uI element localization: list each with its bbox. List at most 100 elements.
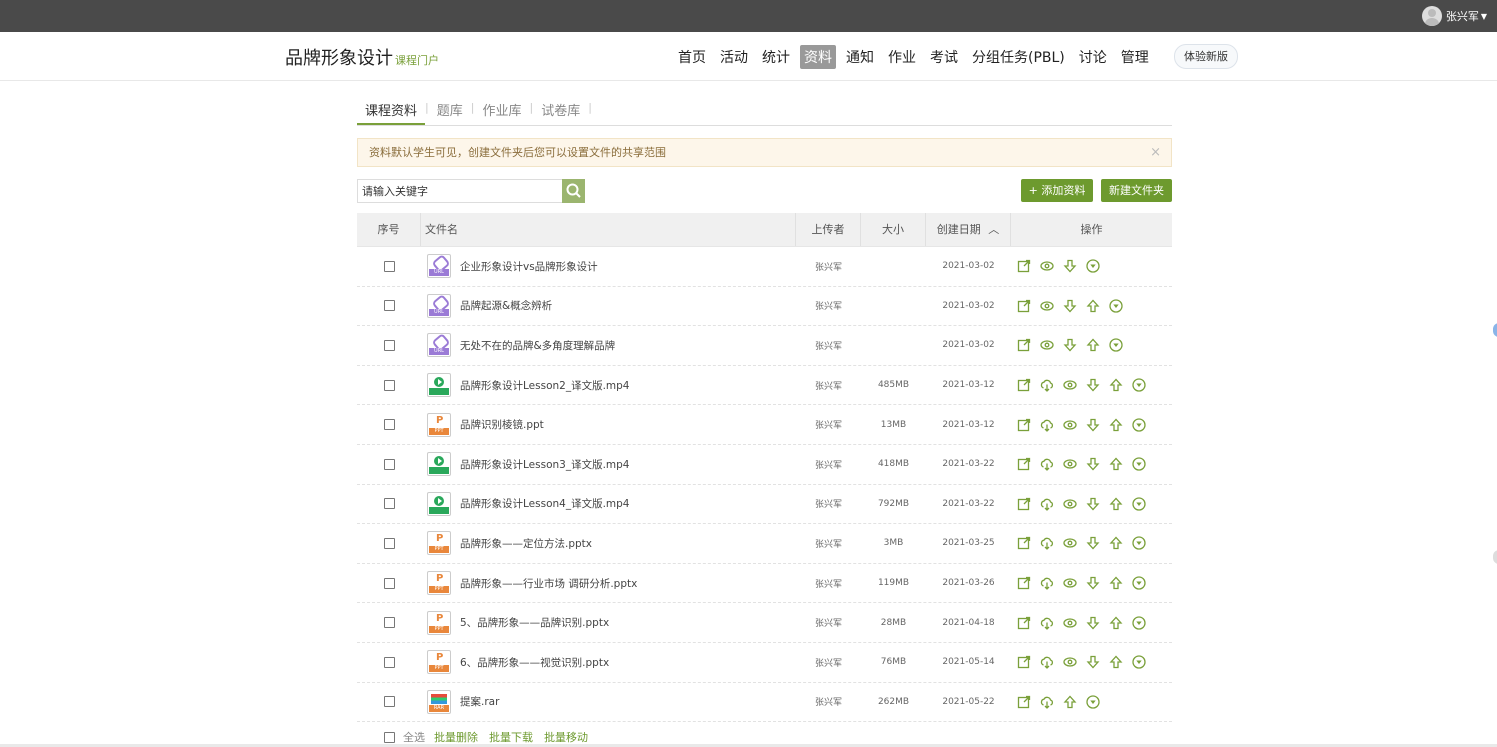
row-checkbox[interactable] [383,498,395,510]
nav-item[interactable]: 分组任务(PBL) [968,45,1069,69]
nav-item[interactable]: 作业 [884,45,920,69]
external-link-icon[interactable] [1017,655,1031,669]
cloud-download-icon[interactable] [1040,457,1054,472]
arrow-down-icon[interactable] [1086,457,1100,471]
eye-icon[interactable] [1063,616,1077,630]
batch-delete-link[interactable]: 批量删除 [434,729,478,745]
file-name-link[interactable]: 6、品牌形象——视觉识别.pptx [460,655,609,670]
cloud-download-icon[interactable] [1040,418,1054,432]
nav-item[interactable]: 统计 [758,45,794,69]
table-row[interactable]: 品牌形象设计Lesson3_译文版.mp4 张兴军 418MB 2021-03-… [357,445,1172,485]
arrow-up-icon[interactable] [1109,457,1123,471]
external-link-icon[interactable] [1017,616,1031,630]
chevron-down-circle-icon[interactable] [1132,576,1146,590]
arrow-down-icon[interactable] [1086,576,1100,590]
file-name-link[interactable]: 品牌形象设计Lesson4_译文版.mp4 [460,496,630,511]
arrow-up-icon[interactable] [1109,576,1123,590]
arrow-up-icon[interactable] [1109,378,1123,392]
row-checkbox[interactable] [383,458,395,470]
cloud-download-icon[interactable] [1040,378,1054,392]
select-all-checkbox[interactable] [384,731,395,743]
try-new-version-button[interactable]: 体验新版 [1174,44,1238,69]
search-input[interactable] [357,179,563,203]
row-checkbox[interactable] [383,339,395,351]
arrow-up-icon[interactable] [1086,299,1100,313]
eye-icon[interactable] [1063,497,1077,511]
eye-icon[interactable] [1063,378,1077,392]
side-handle[interactable] [1493,550,1497,564]
table-row[interactable]: RAR 提案.rar 张兴军 262MB 2021-05-22 [357,683,1172,723]
close-icon[interactable]: × [1150,139,1161,166]
table-row[interactable]: URL 品牌起源&概念辨析 张兴军 2021-03-02 [357,287,1172,327]
table-row[interactable]: P PPT 品牌形象——定位方法.pptx 张兴军 3MB 2021-03-25 [357,524,1172,564]
row-checkbox[interactable] [383,300,395,312]
nav-item[interactable]: 首页 [674,45,710,69]
eye-icon[interactable] [1063,576,1077,590]
col-date[interactable]: 创建日期 ︿ [926,213,1011,246]
arrow-up-icon[interactable] [1109,536,1123,550]
eye-icon[interactable] [1040,259,1054,273]
arrow-down-icon[interactable] [1086,616,1100,630]
chevron-down-circle-icon[interactable] [1132,497,1146,511]
row-checkbox[interactable] [383,379,395,391]
arrow-up-icon[interactable] [1109,616,1123,630]
arrow-up-icon[interactable] [1086,338,1100,352]
file-name-link[interactable]: 品牌起源&概念辨析 [460,298,552,313]
external-link-icon[interactable] [1017,695,1031,709]
nav-item[interactable]: 活动 [716,45,752,69]
cloud-download-icon[interactable] [1040,497,1054,511]
external-link-icon[interactable] [1017,378,1031,392]
chevron-down-circle-icon[interactable] [1109,338,1123,353]
table-row[interactable]: P PPT 6、品牌形象——视觉识别.pptx 张兴军 76MB 2021-05-… [357,643,1172,683]
eye-icon[interactable] [1040,299,1054,313]
table-row[interactable]: URL 企业形象设计vs品牌形象设计 张兴军 2021-03-02 [357,247,1172,287]
file-name-link[interactable]: 提案.rar [460,694,499,709]
cloud-download-icon[interactable] [1040,695,1054,709]
chevron-down-circle-icon[interactable] [1086,695,1100,709]
arrow-up-icon[interactable] [1109,418,1123,432]
arrow-down-icon[interactable] [1086,655,1100,669]
chevron-down-circle-icon[interactable] [1132,418,1146,432]
row-checkbox[interactable] [383,656,395,668]
external-link-icon[interactable] [1017,299,1031,313]
chevron-down-circle-icon[interactable] [1132,655,1146,669]
row-checkbox[interactable] [383,260,395,272]
cloud-download-icon[interactable] [1040,655,1054,670]
arrow-down-icon[interactable] [1086,497,1100,511]
batch-download-link[interactable]: 批量下载 [489,729,533,745]
file-name-link[interactable]: 品牌形象——定位方法.pptx [460,536,592,551]
table-row[interactable]: URL 无处不在的品牌&多角度理解品牌 张兴军 2021-03-02 [357,326,1172,366]
file-name-link[interactable]: 5、品牌形象——品牌识别.pptx [460,615,609,630]
arrow-down-icon[interactable] [1063,299,1077,313]
row-checkbox[interactable] [383,577,395,589]
nav-item[interactable]: 资料 [800,45,836,69]
cloud-download-icon[interactable] [1040,576,1054,590]
arrow-up-icon[interactable] [1109,497,1123,511]
arrow-down-icon[interactable] [1086,378,1100,392]
arrow-down-icon[interactable] [1086,536,1100,550]
nav-item[interactable]: 管理 [1117,45,1153,69]
nav-item[interactable]: 讨论 [1075,45,1111,69]
user-menu[interactable]: 张兴军 ▼ [1421,6,1487,26]
nav-item[interactable]: 通知 [842,45,878,69]
table-row[interactable]: P PPT 品牌形象——行业市场 调研分析.pptx 张兴军 119MB 2021… [357,564,1172,604]
file-name-link[interactable]: 品牌形象——行业市场 调研分析.pptx [460,576,637,591]
batch-move-link[interactable]: 批量移动 [544,729,588,745]
chevron-down-circle-icon[interactable] [1132,615,1146,630]
arrow-down-icon[interactable] [1063,259,1077,273]
cloud-download-icon[interactable] [1040,616,1054,630]
eye-icon[interactable] [1063,655,1077,669]
nav-item[interactable]: 考试 [926,45,962,69]
file-name-link[interactable]: 无处不在的品牌&多角度理解品牌 [460,338,615,353]
table-row[interactable]: P PPT 5、品牌形象——品牌识别.pptx 张兴军 28MB 2021-04-… [357,603,1172,643]
sub-tab[interactable]: 课程资料 [357,95,426,125]
chevron-down-circle-icon[interactable] [1086,259,1100,273]
file-name-link[interactable]: 品牌识别棱镜.ppt [460,417,544,432]
new-folder-button[interactable]: 新建文件夹 [1101,179,1172,202]
table-row[interactable]: 品牌形象设计Lesson4_译文版.mp4 张兴军 792MB 2021-03-… [357,485,1172,525]
table-row[interactable]: P PPT 品牌识别棱镜.ppt 张兴军 13MB 2021-03-12 [357,405,1172,445]
arrow-down-icon[interactable] [1063,338,1077,352]
course-portal-link[interactable]: 课程门户 [395,54,439,67]
external-link-icon[interactable] [1017,536,1031,550]
external-link-icon[interactable] [1017,497,1031,511]
